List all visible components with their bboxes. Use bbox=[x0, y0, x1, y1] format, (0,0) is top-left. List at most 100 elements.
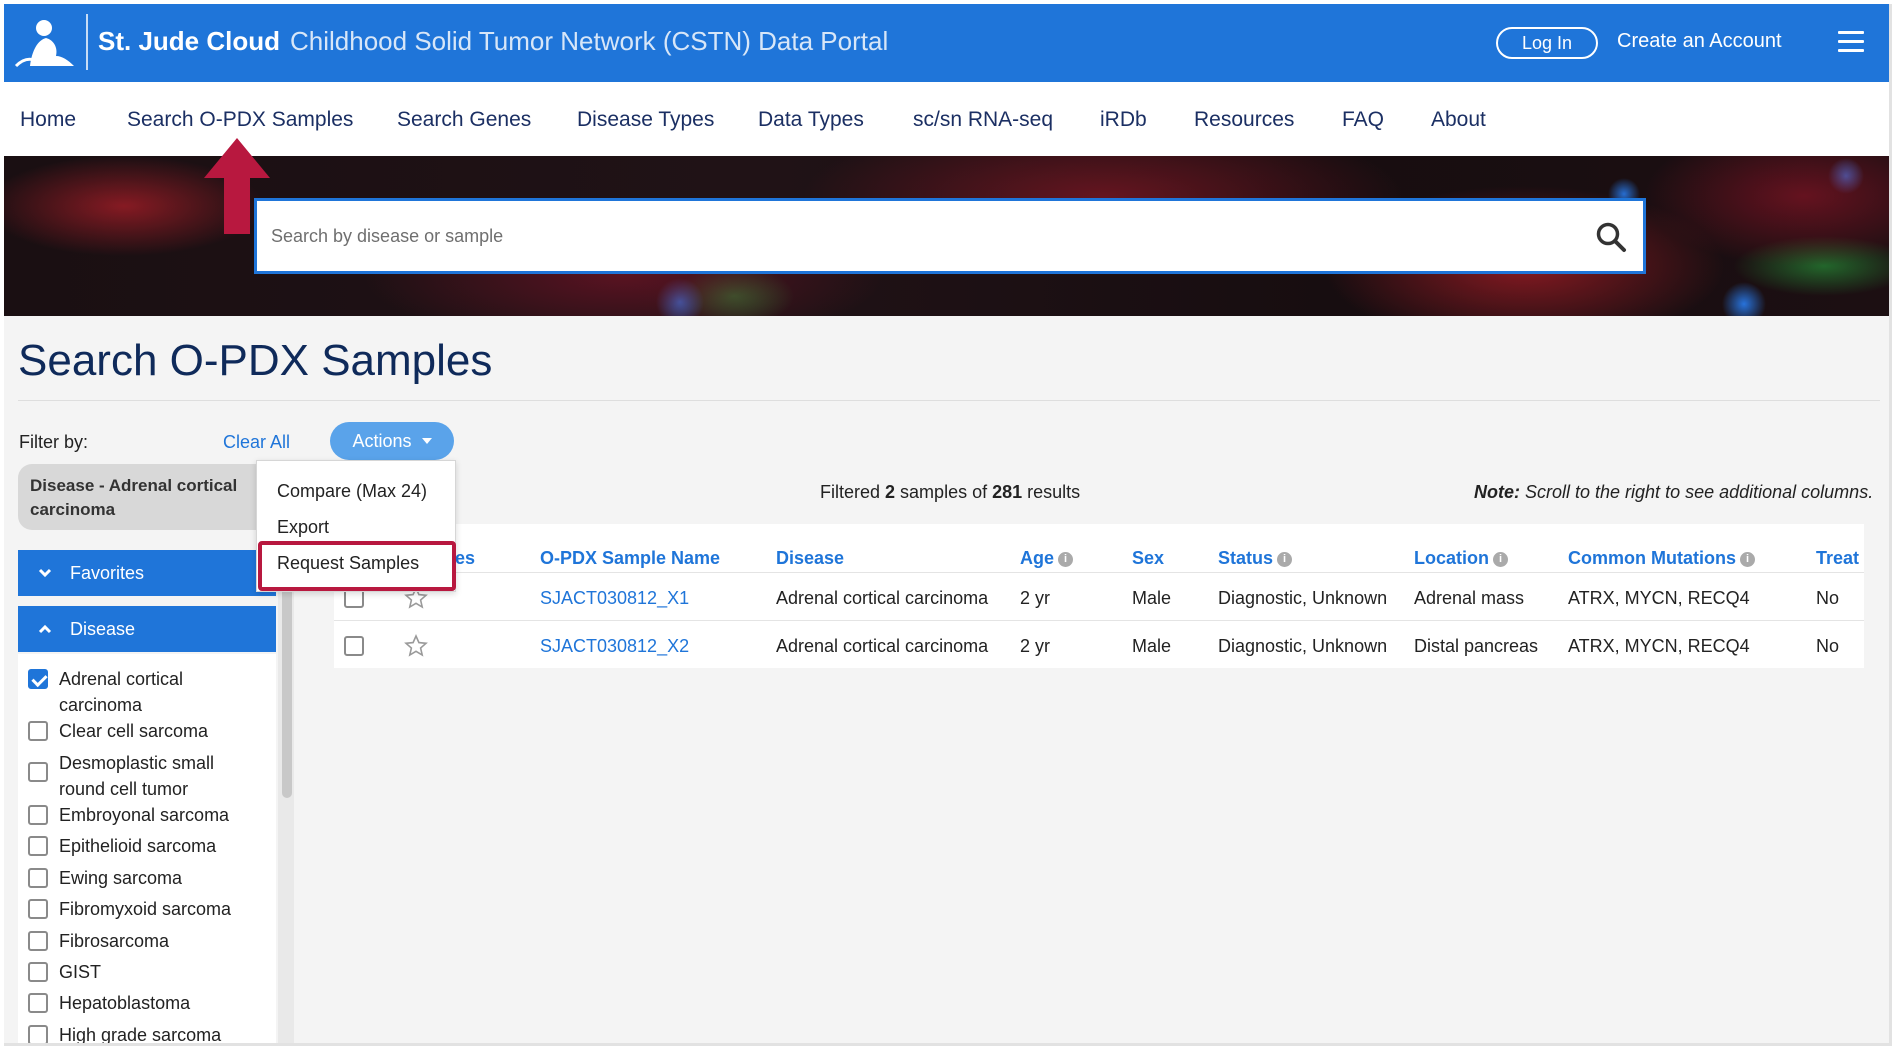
favorites-accordion-header[interactable]: Favorites bbox=[18, 550, 276, 596]
table-cell-mutations: ATRX, MYCN, RECQ4 bbox=[1568, 588, 1750, 608]
logo-divider bbox=[86, 14, 88, 70]
row-checkbox[interactable] bbox=[344, 636, 364, 656]
request-samples-highlight bbox=[258, 541, 456, 591]
disease-accordion-label: Disease bbox=[70, 618, 136, 639]
nav-faq[interactable]: FAQ bbox=[1342, 108, 1384, 132]
disease-option[interactable]: GIST bbox=[28, 959, 258, 985]
total-count: 281 bbox=[992, 482, 1023, 502]
disease-option[interactable]: High grade sarcoma bbox=[28, 1022, 258, 1045]
sample-name-link[interactable]: SJACT030812_X1 bbox=[540, 588, 689, 609]
checkbox[interactable] bbox=[28, 931, 48, 951]
results-summary: Filtered 2 samples of 281 results bbox=[820, 482, 1080, 503]
column-header-sample-name[interactable]: O-PDX Sample Name bbox=[540, 548, 720, 569]
st-jude-logo-icon[interactable] bbox=[12, 16, 82, 68]
disease-option-label: Fibromyxoid sarcoma bbox=[59, 899, 232, 919]
checkbox[interactable] bbox=[28, 836, 48, 856]
column-header-treatment[interactable]: Treat bbox=[1816, 548, 1859, 569]
disease-option[interactable]: Hepatoblastoma bbox=[28, 990, 258, 1016]
nav-resources[interactable]: Resources bbox=[1194, 108, 1294, 132]
checkbox[interactable] bbox=[28, 762, 48, 782]
table-cell-disease: Adrenal cortical carcinoma bbox=[776, 636, 989, 656]
column-header-age[interactable]: Age i bbox=[1020, 548, 1074, 569]
disease-option[interactable]: Ewing sarcoma bbox=[28, 865, 258, 891]
checkbox[interactable] bbox=[28, 868, 48, 888]
top-header: St. Jude Cloud Childhood Solid Tumor Net… bbox=[4, 4, 1889, 82]
table-cell-age: 2 yr bbox=[1020, 588, 1051, 608]
table-cell-sex: Male bbox=[1132, 636, 1172, 656]
table-cell-mutations: ATRX, MYCN, RECQ4 bbox=[1568, 636, 1750, 656]
actions-button[interactable]: Actions bbox=[330, 422, 454, 460]
nav-about[interactable]: About bbox=[1431, 108, 1486, 132]
column-header-status[interactable]: Status i bbox=[1218, 548, 1293, 569]
clear-all-link[interactable]: Clear All bbox=[223, 432, 290, 453]
chevron-down-icon bbox=[421, 438, 432, 444]
page-title: Search O-PDX Samples bbox=[18, 336, 493, 385]
disease-option-label: High grade sarcoma bbox=[59, 1025, 222, 1045]
table-cell-status: Diagnostic, Unknown bbox=[1218, 636, 1388, 656]
checkbox[interactable] bbox=[28, 721, 48, 741]
disease-option[interactable]: Embroyonal sarcoma bbox=[28, 802, 258, 828]
browser-viewport: St. Jude Cloud Childhood Solid Tumor Net… bbox=[4, 4, 1892, 1046]
info-icon[interactable]: i bbox=[1277, 551, 1293, 567]
main-nav: Home Search O-PDX Samples Search Genes D… bbox=[4, 82, 1889, 156]
note-label: Note: bbox=[1474, 482, 1520, 502]
column-header-common-mutations[interactable]: Common Mutations i bbox=[1568, 548, 1755, 569]
info-icon[interactable]: i bbox=[1493, 551, 1508, 567]
checkbox[interactable] bbox=[28, 993, 48, 1013]
filter-by-label: Filter by: bbox=[19, 432, 89, 452]
checkbox[interactable] bbox=[28, 1025, 48, 1043]
search-icon[interactable] bbox=[1595, 221, 1627, 253]
disease-option[interactable]: Clear cell sarcoma bbox=[28, 718, 258, 744]
table-cell-status: Diagnostic, Unknown bbox=[1218, 588, 1388, 608]
table-cell-sex: Male bbox=[1132, 588, 1172, 608]
results-table: ites O-PDX Sample Name Disease Age i Sex … bbox=[334, 524, 1864, 668]
disease-accordion-header[interactable]: Disease bbox=[18, 606, 276, 652]
info-icon[interactable]: i bbox=[1740, 551, 1755, 567]
disease-option-label: Ewing sarcoma bbox=[59, 868, 183, 888]
menu-item-export[interactable]: Export bbox=[277, 517, 329, 538]
disease-option[interactable]: Fibrosarcoma bbox=[28, 928, 258, 954]
checkbox[interactable] bbox=[28, 805, 48, 825]
results-summary-prefix: Filtered bbox=[820, 482, 886, 502]
disease-option-label: Clear cell sarcoma bbox=[59, 721, 209, 741]
table-cell-treatment: No bbox=[1816, 588, 1840, 608]
nav-search-genes[interactable]: Search Genes bbox=[397, 108, 531, 132]
nav-search-opdx-samples[interactable]: Search O-PDX Samples bbox=[127, 108, 353, 132]
nav-irdb[interactable]: iRDb bbox=[1100, 108, 1147, 132]
nav-disease-types[interactable]: Disease Types bbox=[577, 108, 714, 132]
checkbox[interactable] bbox=[28, 962, 48, 982]
star-icon[interactable] bbox=[404, 634, 428, 658]
disease-option-label: Adrenal cortical carcinoma bbox=[59, 669, 184, 715]
menu-item-compare[interactable]: Compare (Max 24) bbox=[277, 481, 427, 502]
disease-option[interactable]: Epithelioid sarcoma bbox=[28, 833, 258, 859]
nav-data-types[interactable]: Data Types bbox=[758, 108, 864, 132]
red-up-arrow-icon bbox=[204, 138, 270, 234]
row-divider bbox=[334, 572, 1864, 573]
row-divider bbox=[334, 620, 1864, 621]
note-text: Scroll to the right to see additional co… bbox=[1520, 482, 1874, 502]
disease-option[interactable]: Desmoplastic small round cell tumor bbox=[28, 750, 258, 802]
table-cell-location: Distal pancreas bbox=[1414, 636, 1539, 656]
sample-name-link[interactable]: SJACT030812_X2 bbox=[540, 636, 689, 657]
nav-sc-sn-rna-seq[interactable]: sc/sn RNA-seq bbox=[913, 108, 1053, 132]
search-box bbox=[254, 198, 1646, 274]
brand-name[interactable]: St. Jude Cloud bbox=[98, 26, 280, 57]
checkbox[interactable] bbox=[28, 899, 48, 919]
column-header-location[interactable]: Location i bbox=[1414, 548, 1508, 569]
chevron-up-icon bbox=[38, 624, 52, 634]
nav-home[interactable]: Home bbox=[20, 108, 76, 132]
search-input[interactable] bbox=[271, 201, 1511, 271]
disease-option[interactable]: Fibromyxoid sarcoma bbox=[28, 896, 258, 922]
create-account-link[interactable]: Create an Account bbox=[1617, 30, 1782, 53]
column-header-sex[interactable]: Sex bbox=[1132, 548, 1164, 569]
disease-option[interactable]: Adrenal cortical carcinoma bbox=[28, 666, 258, 718]
checkbox-checked[interactable] bbox=[28, 669, 48, 689]
disease-option-label: GIST bbox=[59, 962, 102, 982]
table-cell-treatment: No bbox=[1816, 636, 1840, 656]
login-button[interactable]: Log In bbox=[1496, 27, 1598, 59]
column-header-disease[interactable]: Disease bbox=[776, 548, 844, 569]
info-icon[interactable]: i bbox=[1058, 551, 1074, 567]
active-filter-chip[interactable]: Disease - Adrenal cortical carcinoma bbox=[18, 464, 264, 530]
hamburger-menu-icon[interactable] bbox=[1838, 31, 1864, 53]
table-cell-location: Adrenal mass bbox=[1414, 588, 1525, 608]
